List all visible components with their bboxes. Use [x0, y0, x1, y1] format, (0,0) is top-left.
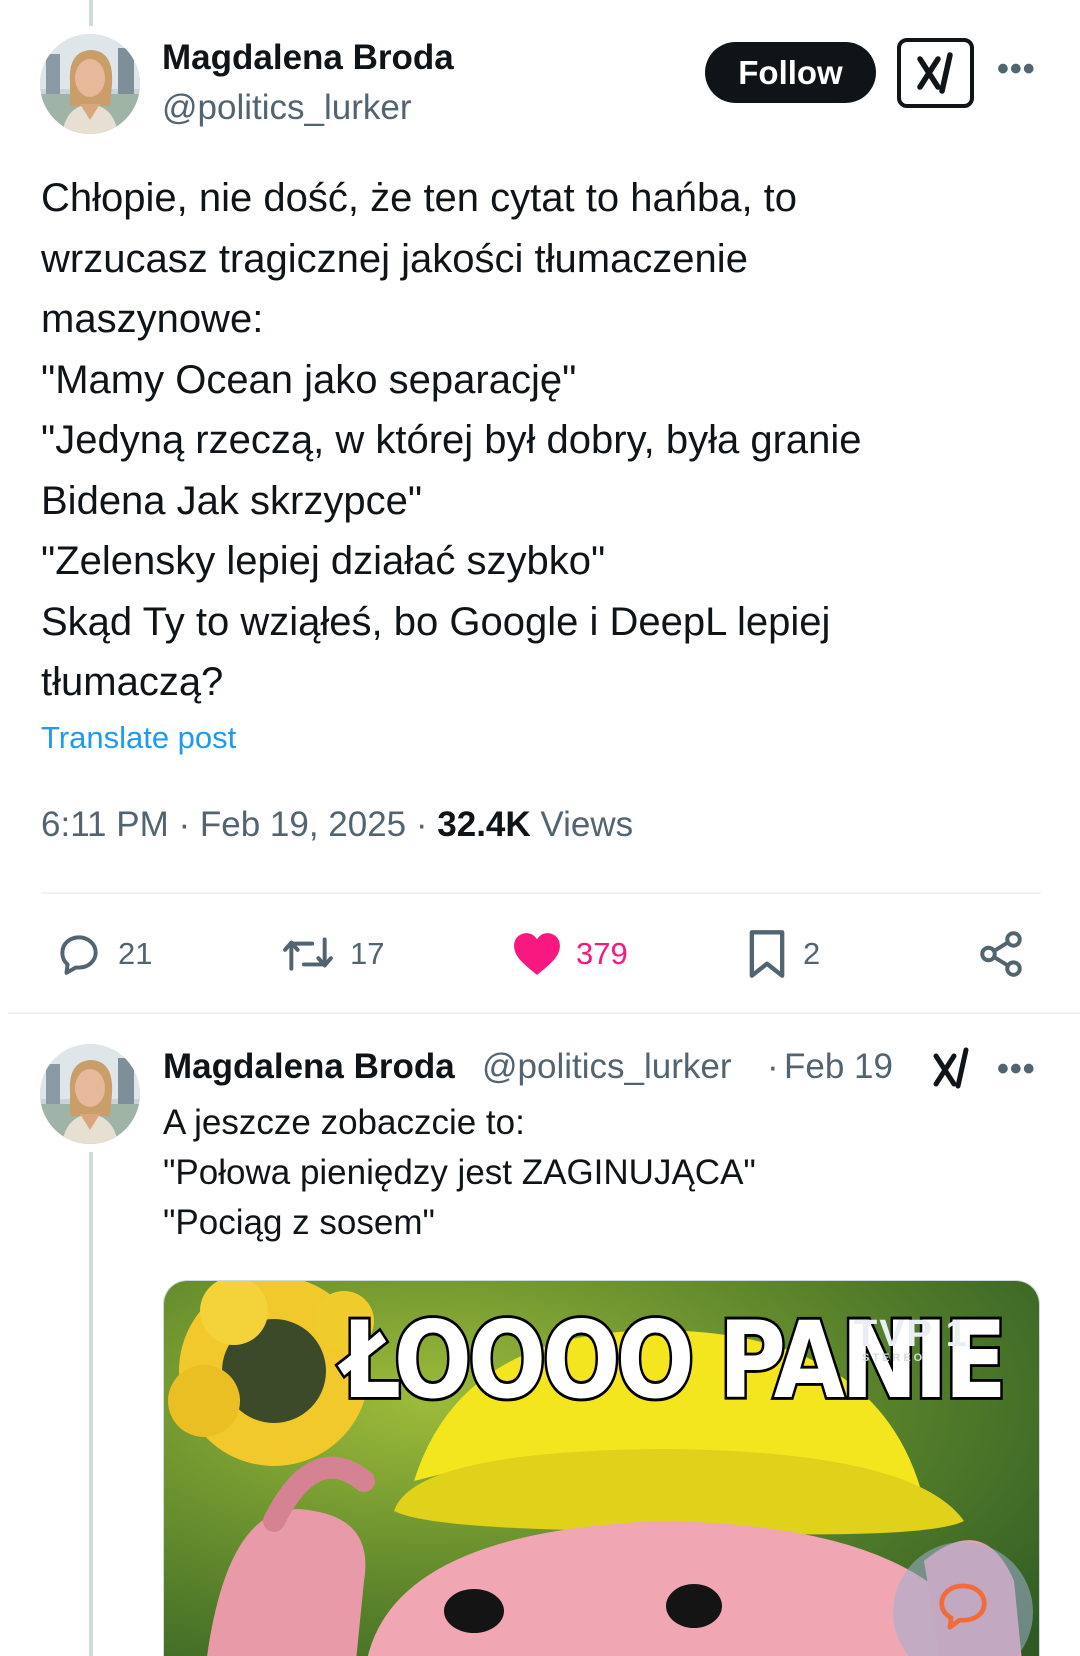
reply-button[interactable]: 21 [54, 926, 152, 982]
meta-separator: · [178, 805, 191, 844]
meta-separator: · [415, 805, 428, 844]
reply-author-name[interactable]: Magdalena Broda [163, 1047, 455, 1087]
author-handle[interactable]: @politics_lurker [162, 88, 412, 128]
reply-author-handle[interactable]: @politics_lurker [482, 1047, 732, 1087]
reply-date[interactable]: Feb 19 [784, 1047, 893, 1087]
repost-count: 17 [350, 936, 385, 971]
post-time[interactable]: 6:11 PM [41, 805, 169, 844]
post-text-line: Skąd Ty to wziąłeś, bo Google i DeepL le… [41, 599, 831, 644]
reply-separator: · [767, 1047, 779, 1086]
meme-caption: ŁOOOO PANIE [340, 1296, 1010, 1425]
views-label: Views [540, 805, 634, 844]
grok-icon[interactable] [897, 38, 974, 108]
post-date[interactable]: Feb 19, 2025 [200, 805, 406, 844]
post-text-line: tłumaczą? [41, 660, 224, 704]
more-icon[interactable]: ••• [997, 50, 1036, 89]
translate-post-link[interactable]: Translate post [41, 720, 236, 756]
post-text-line: Chłopie, nie dość, że ten cytat to hańba… [41, 176, 798, 220]
divider [8, 1012, 1080, 1014]
thread-line-top [89, 0, 93, 26]
reply-text-line: "Połowa pieniędzy jest ZAGINUJĄCA" [163, 1153, 756, 1192]
chat-bubble-icon [939, 1583, 987, 1630]
author-avatar[interactable] [40, 34, 140, 134]
bookmark-icon [749, 930, 785, 978]
post-text-line: Bidena Jak skrzypce" [41, 478, 423, 523]
like-button[interactable]: 379 [512, 926, 628, 982]
more-icon[interactable]: ••• [997, 1050, 1036, 1089]
divider [41, 892, 1041, 894]
tv-channel-logo: TVP 1 STEREO [854, 1313, 969, 1364]
heart-filled-icon [514, 933, 560, 975]
repost-button[interactable]: 17 [280, 926, 384, 982]
reply-text: A jeszcze zobaczcie to: "Połowa pieniędz… [163, 1098, 756, 1248]
post-text-line: "Jedyną rzeczą, w której był dobry, była… [41, 418, 862, 462]
post-meta: 6:11 PM · Feb 19, 2025 · 32.4K Views [41, 805, 633, 845]
post-text-line: "Zelensky lepiej działać szybko" [41, 539, 606, 583]
bookmark-button[interactable]: 2 [745, 926, 820, 982]
tv-channel-name: TVP 1 [854, 1313, 969, 1355]
repost-icon [283, 937, 333, 971]
reply-author-avatar[interactable] [40, 1044, 140, 1144]
author-name[interactable]: Magdalena Broda [162, 38, 454, 78]
bookmark-count: 2 [803, 936, 821, 971]
grok-icon[interactable] [930, 1046, 974, 1095]
reply-icon [60, 935, 98, 975]
reply-count: 21 [118, 936, 153, 971]
follow-button[interactable]: Follow [705, 42, 876, 103]
post-text-line: maszynowe: [41, 297, 264, 341]
thread-line [89, 1152, 93, 1656]
reply-text-line: "Pociąg z sosem" [163, 1203, 435, 1242]
views-count: 32.4K [437, 805, 531, 844]
post-text: Chłopie, nie dość, że ten cytat to hańba… [41, 168, 1031, 713]
reply-text-line: A jeszcze zobaczcie to: [163, 1103, 525, 1142]
post-text-line: wrzucasz tragicznej jakości tłumaczenie [41, 236, 748, 281]
share-icon [980, 931, 1022, 977]
like-count: 379 [576, 936, 628, 971]
post-text-line: "Mamy Ocean jako separację" [41, 357, 577, 402]
share-button[interactable] [976, 926, 1026, 982]
